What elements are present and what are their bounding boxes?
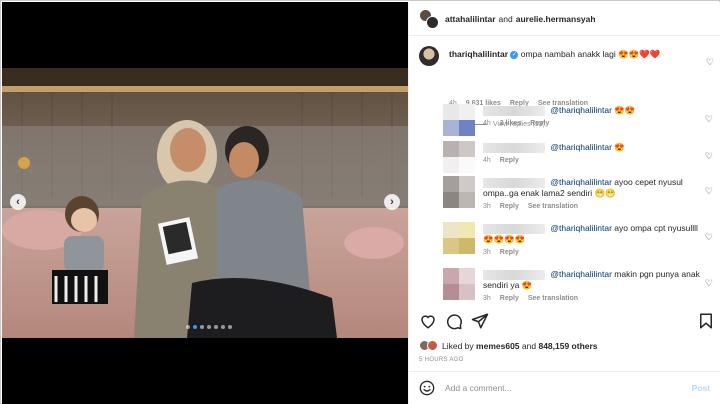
liked-by: Liked by memes605 and 848,159 others bbox=[419, 340, 598, 351]
add-comment-bar: Add a comment... Post bbox=[409, 371, 720, 404]
see-translation-link[interactable]: See translation bbox=[528, 293, 578, 304]
carousel-dot[interactable] bbox=[200, 325, 204, 329]
header-user-2[interactable]: aurelie.hermansyah bbox=[516, 14, 596, 24]
liked-user[interactable]: memes605 bbox=[476, 341, 519, 351]
reply-body: @thariqhalilintar 😍😍 4h 2 likes Reply bbox=[483, 105, 703, 129]
carousel-dot[interactable] bbox=[207, 325, 211, 329]
liked-and: and bbox=[521, 340, 537, 351]
heart-icon[interactable]: ♡ bbox=[705, 278, 713, 289]
avatar[interactable] bbox=[443, 104, 475, 136]
heart-icon[interactable]: ♡ bbox=[705, 151, 713, 162]
reply-button[interactable]: Reply bbox=[500, 293, 519, 304]
reply-button[interactable]: Reply bbox=[500, 247, 519, 258]
carousel-dot[interactable] bbox=[228, 325, 232, 329]
share-icon[interactable] bbox=[471, 312, 489, 330]
comments-list: thariqhalilintar ✓ ompa nambah anakk lag… bbox=[409, 36, 720, 306]
avatar bbox=[427, 340, 438, 351]
family-photo-illustration bbox=[2, 68, 408, 338]
reply-meta: 4h 2 likes Reply bbox=[483, 118, 703, 129]
mention-link[interactable]: @thariqhalilintar bbox=[550, 177, 612, 187]
reply-emoji: 😁😁 bbox=[594, 188, 616, 198]
reply-button[interactable]: Reply bbox=[530, 118, 549, 129]
instagram-post-window: ‹ › attahalilintar and aurelie.hermansya… bbox=[0, 0, 720, 404]
post-timestamp[interactable]: 5 HOURS AGO bbox=[419, 357, 464, 363]
carousel-dots bbox=[186, 325, 232, 329]
comment-likes[interactable]: 2 likes bbox=[500, 118, 521, 129]
carousel-dot[interactable] bbox=[221, 325, 225, 329]
carousel-dot[interactable] bbox=[193, 325, 197, 329]
post-sidebar: attahalilintar and aurelie.hermansyah th… bbox=[408, 2, 720, 404]
liked-count[interactable]: 848,159 others bbox=[538, 341, 597, 351]
post-button[interactable]: Post bbox=[692, 383, 710, 393]
blurred-username bbox=[483, 177, 545, 188]
blurred-username bbox=[483, 105, 545, 116]
reply-emoji: 😍😍 bbox=[614, 105, 636, 115]
comment-time[interactable]: 4h bbox=[483, 155, 491, 166]
heart-icon[interactable]: ♡ bbox=[705, 114, 713, 125]
chevron-right-icon[interactable]: › bbox=[384, 194, 400, 210]
comment-body: ompa nambah anakk lagi bbox=[520, 49, 616, 59]
reply-text: ayo ompa cpt nyusullll bbox=[614, 223, 698, 233]
reply-body: @thariqhalilintar 😍 4h Reply bbox=[483, 142, 703, 166]
reply-meta: 3h Reply See translation bbox=[483, 201, 703, 212]
carousel-dot[interactable] bbox=[186, 325, 190, 329]
avatar[interactable] bbox=[419, 8, 439, 29]
mention-link[interactable]: @thariqhalilintar bbox=[550, 223, 612, 233]
comment-username[interactable]: thariqhalilintar bbox=[449, 49, 508, 59]
main-comment-text: thariqhalilintar ✓ ompa nambah anakk lag… bbox=[449, 49, 709, 60]
emoji-icon[interactable] bbox=[419, 380, 435, 396]
heart-icon[interactable]: ♡ bbox=[705, 186, 713, 197]
comment-time[interactable]: 4h bbox=[483, 118, 491, 129]
reply-meta: 4h Reply bbox=[483, 155, 703, 166]
blurred-username bbox=[483, 269, 545, 280]
comment-input[interactable]: Add a comment... bbox=[445, 383, 692, 393]
mention-link[interactable]: @thariqhalilintar bbox=[550, 142, 612, 152]
avatar[interactable] bbox=[443, 222, 475, 254]
bookmark-icon[interactable] bbox=[697, 312, 715, 330]
verified-badge-icon: ✓ bbox=[510, 50, 519, 59]
avatar[interactable] bbox=[443, 141, 475, 173]
reply-body: @thariqhalilintar ayo ompa cpt nyusullll… bbox=[483, 223, 703, 258]
blurred-username bbox=[483, 223, 545, 234]
heart-icon[interactable] bbox=[419, 312, 437, 330]
see-translation-link[interactable]: See translation bbox=[528, 201, 578, 212]
comment-icon[interactable] bbox=[445, 312, 463, 330]
comment-time[interactable]: 3h bbox=[483, 247, 491, 258]
post-media: ‹ › bbox=[2, 2, 408, 404]
action-bar bbox=[419, 310, 715, 334]
avatar[interactable] bbox=[443, 268, 475, 300]
heart-icon[interactable]: ♡ bbox=[706, 57, 714, 68]
avatar[interactable] bbox=[419, 46, 439, 66]
header-user-1[interactable]: attahalilintar bbox=[445, 14, 496, 24]
reply-emoji: 😍😍😍😍 bbox=[483, 234, 526, 244]
reply-emoji: 😍 bbox=[614, 142, 625, 152]
mention-link[interactable]: @thariqhalilintar bbox=[550, 269, 612, 279]
comment-emoji: 😍😍❤️❤️ bbox=[618, 49, 661, 59]
post-photo bbox=[2, 68, 408, 338]
avatar[interactable] bbox=[443, 176, 475, 208]
liked-prefix: Liked by bbox=[442, 340, 474, 351]
reply-meta: 3h Reply See translation bbox=[483, 293, 703, 304]
blurred-username bbox=[483, 142, 545, 153]
reply-body: @thariqhalilintar makin pgn punya anak s… bbox=[483, 269, 703, 304]
header-joiner: and bbox=[498, 13, 513, 24]
reply-button[interactable]: Reply bbox=[500, 201, 519, 212]
mention-link[interactable]: @thariqhalilintar bbox=[550, 105, 612, 115]
carousel-dot[interactable] bbox=[214, 325, 218, 329]
reply-meta: 3h Reply bbox=[483, 247, 703, 258]
reply-emoji: 😍 bbox=[521, 280, 533, 290]
comment-time[interactable]: 3h bbox=[483, 293, 491, 304]
reply-body: @thariqhalilintar ayoo cepet nyusul ompa… bbox=[483, 177, 703, 212]
heart-icon[interactable]: ♡ bbox=[705, 232, 713, 243]
avatar-2 bbox=[426, 15, 439, 29]
chevron-left-icon[interactable]: ‹ bbox=[10, 194, 26, 210]
post-header: attahalilintar and aurelie.hermansyah bbox=[409, 2, 720, 36]
comment-time[interactable]: 3h bbox=[483, 201, 491, 212]
reply-button[interactable]: Reply bbox=[500, 155, 519, 166]
